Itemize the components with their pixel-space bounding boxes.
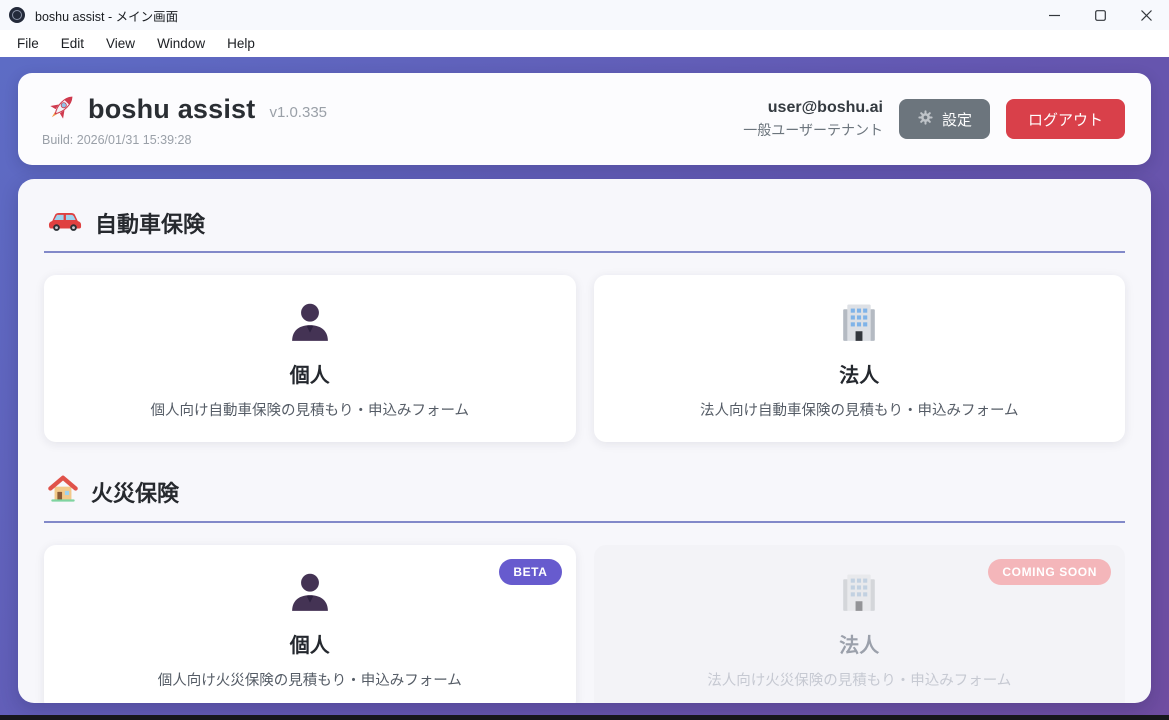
rocket-icon [46, 91, 78, 128]
gear-icon [917, 109, 934, 130]
menu-file[interactable]: File [6, 32, 50, 55]
tile-auto-corporate[interactable]: 法人 法人向け自動車保険の見積もり・申込みフォーム [594, 275, 1126, 442]
main-card: 自動車保険 個人 個人向け自動車保険の見積もり・申込みフォーム [18, 179, 1151, 703]
tile-auto-personal[interactable]: 個人 個人向け自動車保険の見積もり・申込みフォーム [44, 275, 576, 442]
tile-desc: 個人向け火災保険の見積もり・申込みフォーム [60, 669, 560, 690]
app-version: v1.0.335 [269, 104, 327, 121]
tile-fire-corporate: COMING SOON [594, 545, 1126, 703]
window-title: boshu assist - メイン画面 [35, 6, 178, 25]
app-icon [9, 7, 25, 23]
tile-title: 個人 [60, 629, 560, 658]
header-card: boshu assist v1.0.335 Build: 2026/01/31 … [18, 73, 1151, 165]
section-fire-divider [44, 521, 1125, 523]
house-icon [48, 474, 78, 509]
tile-title: 法人 [610, 359, 1110, 388]
build-info: Build: 2026/01/31 15:39:28 [42, 133, 327, 147]
section-auto-divider [44, 251, 1125, 253]
maximize-button[interactable] [1077, 0, 1123, 30]
building-icon [610, 300, 1110, 346]
settings-label: 設定 [942, 109, 972, 130]
user-email: user@boshu.ai [743, 99, 883, 117]
app-name: boshu assist [88, 94, 255, 125]
section-auto-header: 自動車保険 [44, 203, 1125, 239]
logout-button[interactable]: ログアウト [1006, 99, 1125, 139]
menu-help[interactable]: Help [216, 32, 266, 55]
close-button[interactable] [1123, 0, 1169, 30]
user-block: user@boshu.ai 一般ユーザーテナント [743, 99, 883, 140]
header-right: user@boshu.ai 一般ユーザーテナント [743, 99, 1125, 140]
menu-edit[interactable]: Edit [50, 32, 95, 55]
section-auto-title: 自動車保険 [95, 207, 205, 239]
settings-button[interactable]: 設定 [899, 99, 990, 139]
titlebar: boshu assist - メイン画面 [0, 0, 1169, 30]
content-area: boshu assist v1.0.335 Build: 2026/01/31 … [0, 57, 1169, 720]
close-icon [1141, 10, 1152, 21]
car-icon [48, 209, 82, 238]
minimize-icon [1049, 10, 1060, 21]
section-fire-title: 火災保険 [91, 476, 179, 508]
tile-title: 個人 [60, 359, 560, 388]
logout-label: ログアウト [1028, 109, 1103, 130]
tile-desc: 個人向け自動車保険の見積もり・申込みフォーム [60, 399, 560, 420]
building-icon [610, 570, 1110, 616]
tile-fire-personal[interactable]: BETA 個人 個人向け火災保険の見積もり・申込みフォーム [44, 545, 576, 703]
taskbar-edge [0, 715, 1169, 720]
menu-view[interactable]: View [95, 32, 146, 55]
auto-tile-grid: 個人 個人向け自動車保険の見積もり・申込みフォーム [44, 275, 1125, 442]
section-fire-header: 火災保険 [44, 470, 1125, 509]
menubar: File Edit View Window Help [0, 30, 1169, 57]
user-tenant: 一般ユーザーテナント [743, 120, 883, 140]
person-icon [60, 570, 560, 616]
menu-window[interactable]: Window [146, 32, 216, 55]
window-controls [1031, 0, 1169, 30]
person-icon [60, 300, 560, 346]
brand-block: boshu assist v1.0.335 Build: 2026/01/31 … [42, 91, 327, 147]
beta-badge: BETA [499, 559, 561, 585]
minimize-button[interactable] [1031, 0, 1077, 30]
tile-title: 法人 [610, 629, 1110, 658]
tile-desc: 法人向け火災保険の見積もり・申込みフォーム [610, 669, 1110, 690]
app-window: boshu assist - メイン画面 File Edit View Wind… [0, 0, 1169, 720]
tile-desc: 法人向け自動車保険の見積もり・申込みフォーム [610, 399, 1110, 420]
maximize-icon [1095, 10, 1106, 21]
fire-tile-grid: BETA 個人 個人向け火災保険の見積もり・申込みフォーム COMING SOO… [44, 545, 1125, 703]
